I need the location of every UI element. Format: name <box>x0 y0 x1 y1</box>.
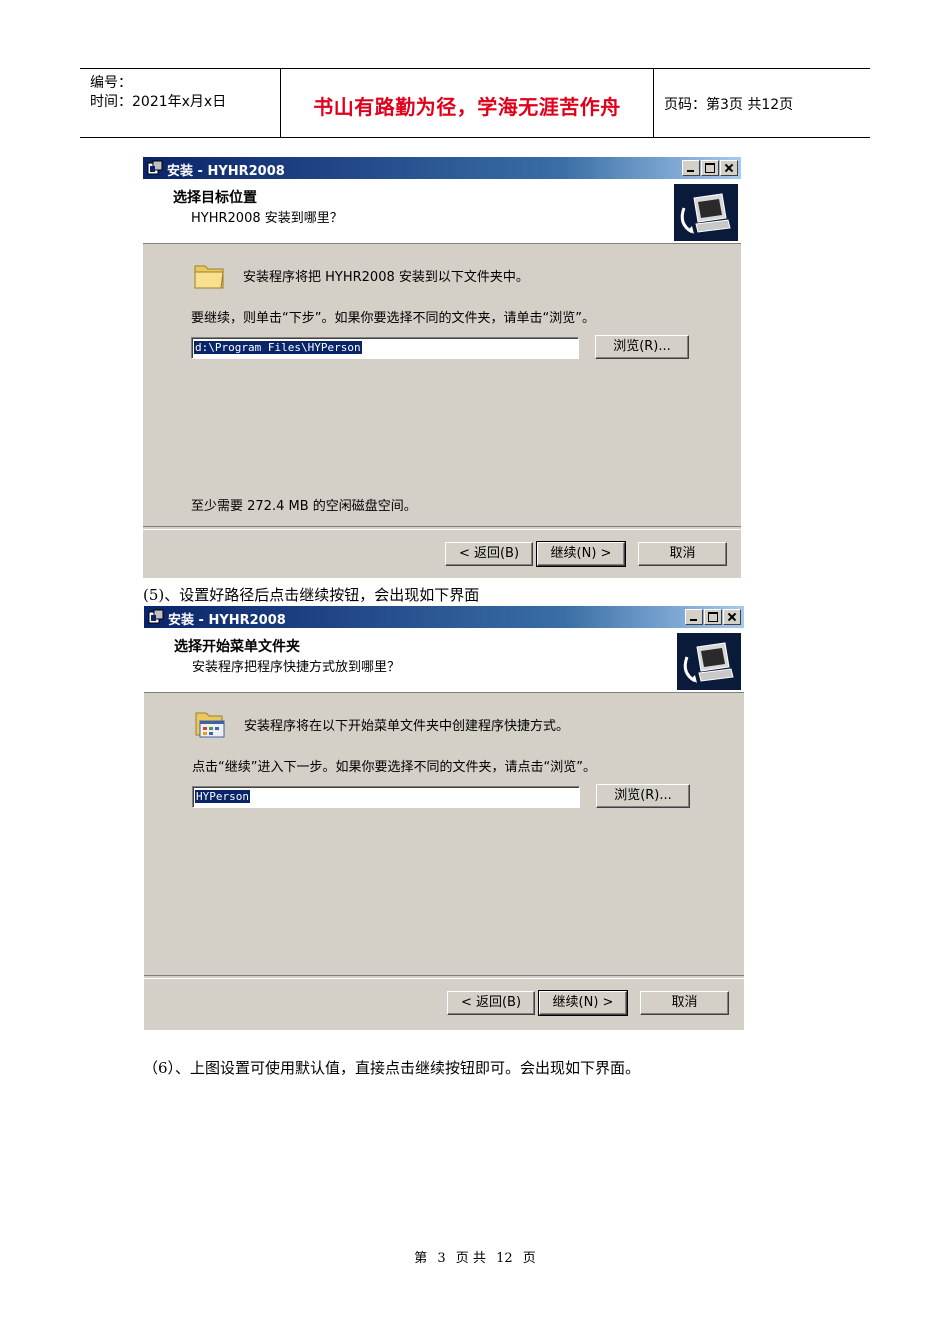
window-title: 安装 - HYHR2008 <box>167 164 285 179</box>
installer-icon <box>148 609 164 624</box>
banner-subtitle: HYHR2008 安装到哪里？ <box>191 211 343 226</box>
intro-text: 安装程序将把 HYHR2008 安装到以下文件夹中。 <box>243 270 529 285</box>
minimize-button[interactable] <box>682 160 700 176</box>
caption-step-5: (5)、设置好路径后点击继续按钮，会出现如下界面 <box>143 586 480 604</box>
next-button[interactable]: 继续(N) > <box>536 541 626 567</box>
footer-page-number: 3 <box>437 1251 446 1266</box>
motto: 书山有路勤为径，学海无涯苦作舟 <box>313 95 621 119</box>
folder-icon <box>194 265 224 289</box>
close-button[interactable] <box>723 609 741 625</box>
back-button[interactable]: < 返回(B) <box>445 542 533 566</box>
computer-install-icon <box>674 184 738 241</box>
minimize-button[interactable] <box>685 609 703 625</box>
footer-total-pages: 12 <box>496 1251 513 1266</box>
intro-text: 安装程序将在以下开始菜单文件夹中创建程序快捷方式。 <box>244 719 570 734</box>
disk-space-text: 至少需要 272.4 MB 的空闲磁盘空间。 <box>191 499 417 514</box>
cancel-button[interactable]: 取消 <box>640 991 729 1015</box>
footer-mid: 页 共 <box>455 1251 486 1266</box>
page-footer: 第 3 页 共 12 页 <box>0 1247 950 1266</box>
banner-title: 选择开始菜单文件夹 <box>174 639 300 655</box>
header-page-cell: 页码：第3页 共12页 <box>654 69 870 137</box>
instruction-text: 要继续，则单击“下步”。如果你要选择不同的文件夹，请单击“浏览”。 <box>191 311 595 326</box>
footer-prefix: 第 <box>414 1251 428 1266</box>
start-menu-folder-icon <box>195 712 225 738</box>
header-meta-cell: 编号： 时间：2021年x月x日 <box>80 69 281 137</box>
close-button[interactable] <box>720 160 738 176</box>
document-header: 编号： 时间：2021年x月x日 书山有路勤为径，学海无涯苦作舟 页码：第3页 … <box>80 68 870 138</box>
title-bar[interactable]: 安装 - HYHR2008 <box>144 606 744 628</box>
footer-suffix: 页 <box>522 1251 536 1266</box>
installer-icon <box>147 160 163 175</box>
maximize-button[interactable] <box>701 160 719 176</box>
install-path-input[interactable]: d:\Program Files\HYPerson <box>191 337 579 359</box>
browse-button[interactable]: 浏览(R)... <box>595 335 689 359</box>
browse-button[interactable]: 浏览(R)... <box>596 784 690 808</box>
installer-window-destination: 安装 - HYHR2008 选择目标位置 HYHR2008 安装到哪里？ 安装程… <box>143 157 741 578</box>
header-motto-cell: 书山有路勤为径，学海无涯苦作舟 <box>281 69 654 137</box>
serial-label: 编号： <box>90 75 132 91</box>
banner-subtitle: 安装程序把程序快捷方式放到哪里？ <box>192 660 401 675</box>
computer-install-icon <box>677 633 741 690</box>
window-title: 安装 - HYHR2008 <box>168 613 286 628</box>
title-bar[interactable]: 安装 - HYHR2008 <box>143 157 741 179</box>
caption-step-6: （6）、上图设置可使用默认值，直接点击继续按钮即可。会出现如下界面。 <box>143 1059 641 1077</box>
separator <box>143 526 741 530</box>
page-info: 页码：第3页 共12页 <box>664 97 794 113</box>
install-path-value: d:\Program Files\HYPerson <box>194 341 362 354</box>
back-button[interactable]: < 返回(B) <box>447 991 535 1015</box>
maximize-button[interactable] <box>704 609 722 625</box>
wizard-banner: 选择开始菜单文件夹 安装程序把程序快捷方式放到哪里？ <box>144 628 744 693</box>
start-menu-folder-value: HYPerson <box>195 790 250 803</box>
separator <box>144 975 744 979</box>
date-label: 时间：2021年x月x日 <box>90 94 227 110</box>
next-button[interactable]: 继续(N) > <box>538 990 628 1016</box>
instruction-text: 点击“继续”进入下一步。如果你要选择不同的文件夹，请点击“浏览”。 <box>192 760 596 775</box>
banner-title: 选择目标位置 <box>173 190 257 206</box>
wizard-banner: 选择目标位置 HYHR2008 安装到哪里？ <box>143 179 741 244</box>
installer-window-start-menu: 安装 - HYHR2008 选择开始菜单文件夹 安装程序把程序快捷方式放到哪里？ <box>144 606 744 1030</box>
cancel-button[interactable]: 取消 <box>638 542 727 566</box>
start-menu-folder-input[interactable]: HYPerson <box>192 786 580 808</box>
